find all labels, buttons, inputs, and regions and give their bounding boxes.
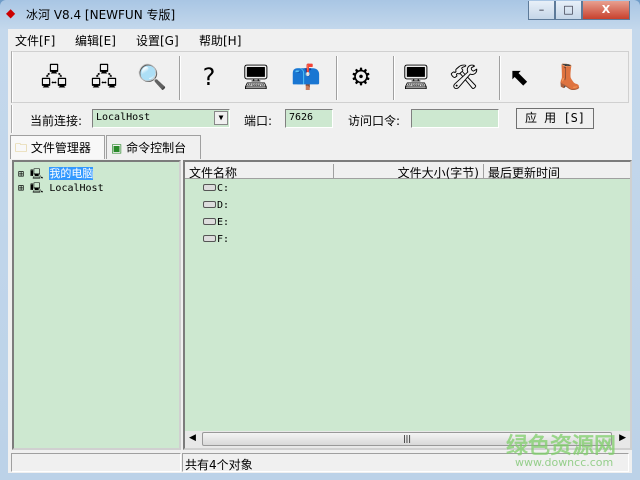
drive-icon xyxy=(203,201,216,208)
upgrade-arrow-icon[interactable]: ⬉ xyxy=(502,60,536,94)
window-title: 冰河 V8.4 [NEWFUN 专版] xyxy=(26,8,176,22)
tab-file-manager[interactable]: 🗀 文件管理器 xyxy=(10,135,105,159)
drive-item[interactable]: F: xyxy=(203,234,229,245)
menu-edit[interactable]: 编辑[E] xyxy=(75,32,116,49)
exit-boot-icon[interactable]: 👢 xyxy=(552,60,586,94)
column-name[interactable]: 文件名称 xyxy=(185,164,334,180)
drive-icon xyxy=(203,184,216,191)
watermark-url: www.downcc.com xyxy=(515,456,614,469)
toolbar: 🖧 🖧 🔍? 🖥 📫 ⚙ 🖥 🛠 ⬉ 👢 xyxy=(11,51,629,103)
port-label: 端口: xyxy=(244,114,273,128)
drive-item[interactable]: E: xyxy=(203,217,229,228)
apply-button[interactable]: 应 用 [S] xyxy=(516,108,594,129)
drive-icon xyxy=(203,235,216,242)
chevron-down-icon[interactable]: ▼ xyxy=(214,111,228,125)
connection-bar: 当前连接: LocalHost ▼ 端口: 7626 访问口令: 应 用 [S] xyxy=(11,105,629,133)
tree-item-localhost[interactable]: ⊞ 🖳 LocalHost xyxy=(18,181,104,198)
connect-icon[interactable]: 🖧 xyxy=(37,60,71,94)
mailbox-icon[interactable]: 📫 xyxy=(289,60,323,94)
app-icon: ◆ xyxy=(6,6,16,20)
tab-label: 文件管理器 xyxy=(30,141,91,155)
menu-bar: 文件[F] 编辑[E] 设置[G] 帮助[H] xyxy=(8,29,632,49)
maximize-button[interactable]: □ xyxy=(555,1,582,20)
status-pane-left xyxy=(11,453,181,472)
column-header: 文件名称 文件大小(字节) 最后更新时间 xyxy=(185,162,630,180)
menu-help[interactable]: 帮助[H] xyxy=(199,32,241,49)
close-button[interactable]: X xyxy=(582,1,630,20)
menu-file[interactable]: 文件[F] xyxy=(15,32,55,49)
file-list-panel: 文件名称 文件大小(字节) 最后更新时间 C: D: E: F: ◀ ||| ▶ xyxy=(183,160,632,450)
tree-label: 我的电脑 xyxy=(49,167,94,180)
screen-capture-icon[interactable]: 🖥 xyxy=(239,60,273,94)
drive-item[interactable]: C: xyxy=(203,183,229,194)
tree-label: LocalHost xyxy=(49,183,104,194)
folder-icon: 🗀 xyxy=(15,141,28,155)
password-input[interactable] xyxy=(411,109,499,128)
toolbar-separator xyxy=(336,56,338,100)
tab-command-console[interactable]: ▣ 命令控制台 xyxy=(106,135,201,159)
search-computer-icon[interactable]: 🔍 xyxy=(135,60,169,94)
current-connection-label: 当前连接: xyxy=(30,114,83,128)
connection-value: LocalHost xyxy=(96,112,151,123)
port-input[interactable]: 7626 xyxy=(285,109,333,128)
console-icon: ▣ xyxy=(111,141,123,155)
client-area: 文件[F] 编辑[E] 设置[G] 帮助[H] 🖧 🖧 🔍? 🖥 📫 ⚙ 🖥 🛠 ⬉ 👢 当前连接… xyxy=(8,29,632,473)
column-modified[interactable]: 最后更新时间 xyxy=(484,164,634,180)
tab-label: 命令控制台 xyxy=(126,141,187,155)
toolbar-separator xyxy=(499,56,501,100)
config-server-icon[interactable]: 🖥 xyxy=(399,60,433,94)
drive-item[interactable]: D: xyxy=(203,200,229,211)
toolbar-separator xyxy=(393,56,395,100)
menu-settings[interactable]: 设置[G] xyxy=(136,32,179,49)
tree-panel: ⊞ 🖳 我的电脑 ⊞ 🖳 LocalHost xyxy=(12,160,181,450)
connection-select[interactable]: LocalHost ▼ xyxy=(92,109,230,128)
disconnect-icon[interactable]: 🖧 xyxy=(87,60,121,94)
tools-icon[interactable]: 🛠 xyxy=(447,60,481,94)
minimize-button[interactable]: – xyxy=(528,1,555,20)
scroll-left-icon[interactable]: ◀ xyxy=(189,433,196,443)
drive-icon xyxy=(203,218,216,225)
scroll-right-icon[interactable]: ▶ xyxy=(619,433,626,443)
help-screen-icon[interactable]: ? xyxy=(192,60,226,94)
column-size[interactable]: 文件大小(字节) xyxy=(334,164,484,180)
settings-gear-icon[interactable]: ⚙ xyxy=(344,60,378,94)
toolbar-separator xyxy=(179,56,181,100)
password-label: 访问口令: xyxy=(348,114,401,128)
